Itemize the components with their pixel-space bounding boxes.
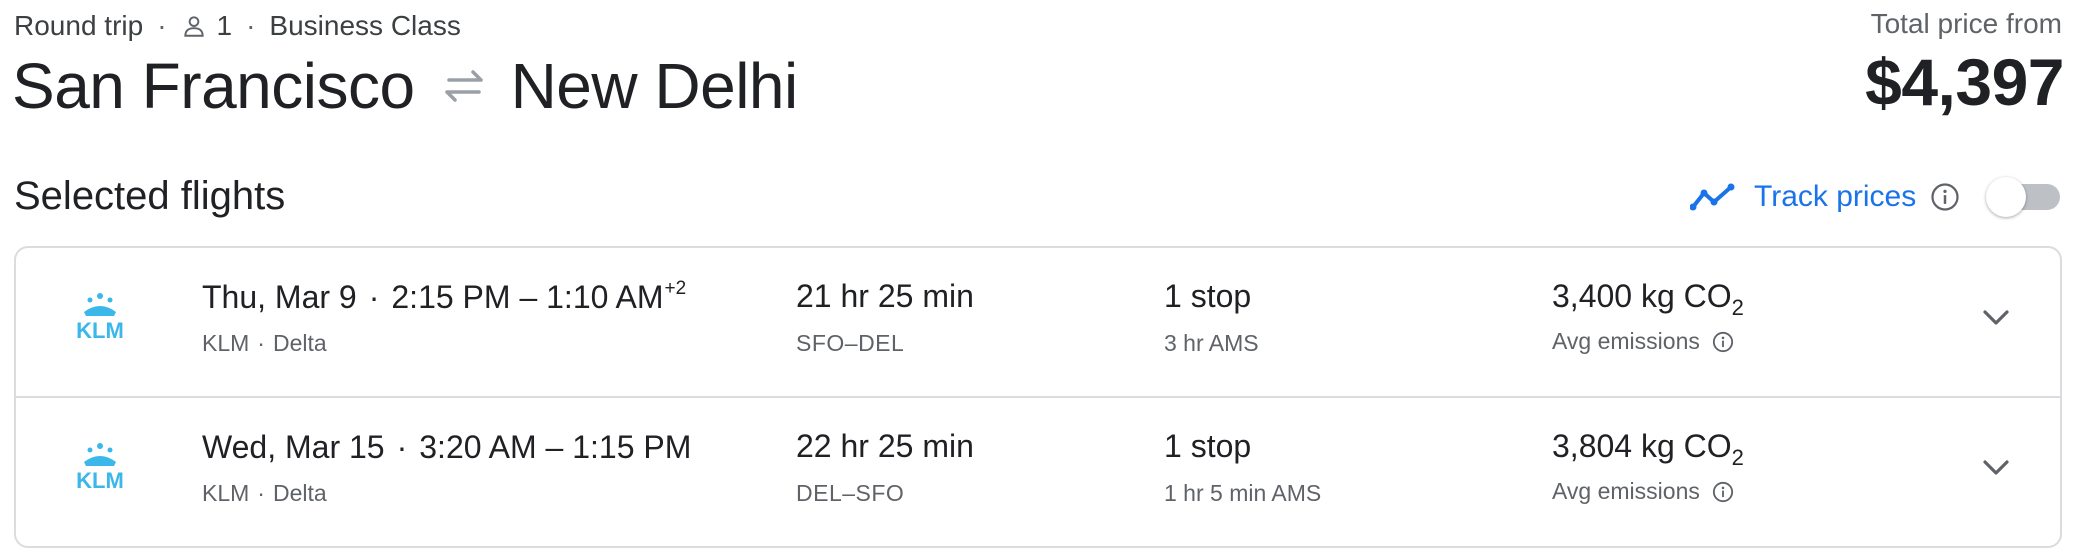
separator-dot: · (246, 10, 256, 41)
flight-duration: 22 hr 25 min (796, 428, 974, 464)
toggle-knob (1986, 177, 2026, 217)
svg-text:KLM: KLM (76, 468, 124, 492)
stop-count: 1 stop (1164, 428, 1252, 464)
destination-city: New Delhi (510, 50, 799, 122)
trip-type[interactable]: Round trip (14, 10, 143, 42)
expand-button[interactable] (1976, 298, 2016, 338)
emissions-value: 3,804 kg CO2 (1552, 428, 1744, 470)
track-prices-toggle[interactable] (1986, 176, 2062, 218)
partner-airline: Delta (272, 330, 327, 356)
swap-arrows-icon (444, 70, 483, 102)
track-prices-label[interactable]: Track prices (1754, 180, 1916, 214)
arrive-time: 1:15 PM (572, 429, 692, 465)
flight-row[interactable]: KLM Thu, Mar 9 · 2:15 PM – 1:10 AM+2 KLM · D… (16, 248, 2060, 398)
flight-duration: 21 hr 25 min (796, 278, 974, 314)
emissions-value: 3,400 kg CO2 (1552, 278, 1744, 320)
price-label: Total price from (1870, 8, 2062, 39)
layover-info: 1 hr 5 min AMS (1164, 480, 1322, 506)
trip-summary: Round trip · 1 · Business Class (14, 10, 461, 42)
origin-city: San Francisco (12, 50, 415, 122)
airline-info: KLM · Delta (202, 480, 327, 506)
separator-dot: · (157, 10, 167, 41)
info-icon[interactable] (1930, 182, 1960, 212)
expand-button[interactable] (1976, 448, 2016, 488)
info-icon[interactable] (1712, 481, 1734, 503)
chevron-down-icon (1983, 460, 2009, 475)
section-title: Selected flights (14, 174, 286, 218)
emissions-label: Avg emissions (1552, 478, 1734, 505)
route-title: San Francisco New Delhi (12, 48, 798, 124)
airline-info: KLM · Delta (202, 330, 327, 356)
cabin-class[interactable]: Business Class (269, 10, 460, 42)
day-offset: +2 (664, 278, 687, 299)
passenger-count[interactable]: 1 (217, 10, 233, 42)
route-code: DEL–SFO (796, 480, 905, 506)
route-code: SFO–DEL (796, 330, 905, 356)
airline-name: KLM (202, 480, 250, 506)
emissions-label: Avg emissions (1552, 328, 1734, 355)
selected-flights-list: KLM Thu, Mar 9 · 2:15 PM – 1:10 AM+2 KLM · D… (14, 246, 2062, 548)
flight-date: Thu, Mar 9 (202, 279, 357, 315)
depart-time: 3:20 AM (419, 429, 537, 465)
partner-airline: Delta (272, 480, 327, 506)
total-price: $4,397 (1865, 45, 2064, 119)
info-icon[interactable] (1712, 331, 1734, 353)
layover-info: 3 hr AMS (1164, 330, 1259, 356)
track-prices[interactable]: Track prices (1690, 174, 1960, 220)
klm-logo: KLM (76, 443, 124, 492)
stop-count: 1 stop (1164, 278, 1252, 314)
flight-date: Wed, Mar 15 (202, 429, 385, 465)
arrive-time: 1:10 AM (546, 279, 664, 315)
flight-times: Thu, Mar 9 · 2:15 PM – 1:10 AM+2 (202, 278, 687, 315)
svg-text:KLM: KLM (76, 318, 124, 342)
klm-logo: KLM (76, 293, 124, 342)
chevron-down-icon (1983, 310, 2009, 325)
flight-times: Wed, Mar 15 · 3:20 AM – 1:15 PM (202, 429, 692, 465)
person-icon (183, 16, 204, 37)
airline-name: KLM (202, 330, 250, 356)
flight-row[interactable]: KLM Wed, Mar 15 · 3:20 AM – 1:15 PM KLM · De… (16, 398, 2060, 546)
trend-line-icon (1690, 183, 1735, 211)
depart-time: 2:15 PM (391, 279, 511, 315)
